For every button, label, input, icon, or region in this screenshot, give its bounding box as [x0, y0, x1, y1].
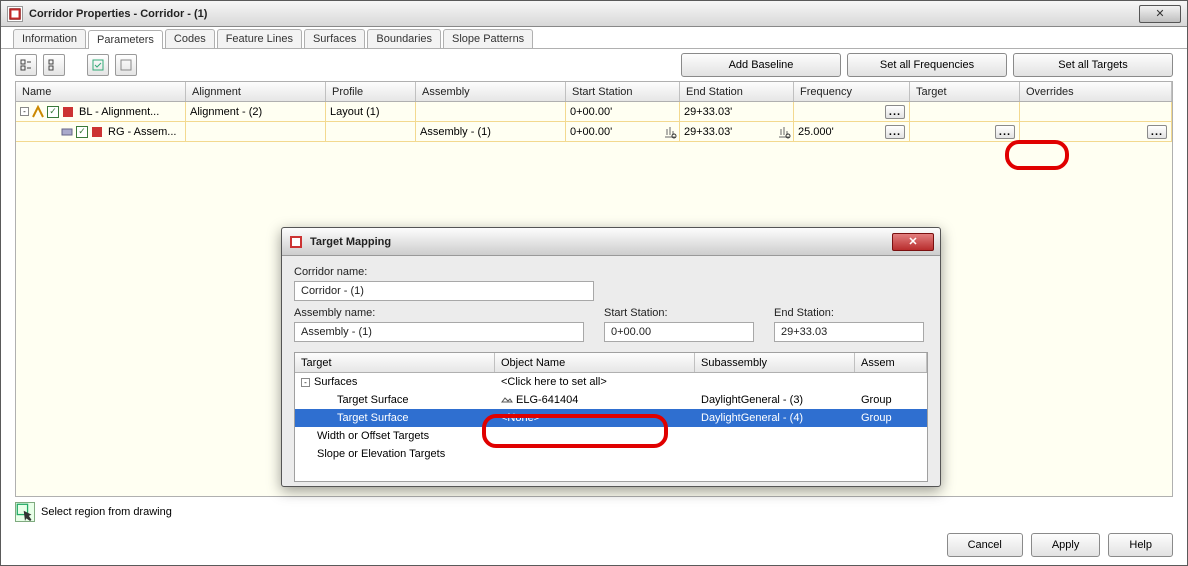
add-baseline-button[interactable]: Add Baseline — [681, 53, 841, 77]
end-station-label: End Station: — [774, 307, 924, 319]
cell-name: BL - Alignment... — [79, 106, 159, 118]
window-title: Corridor Properties - Corridor - (1) — [29, 8, 1135, 20]
cell-name: RG - Assem... — [108, 126, 176, 138]
tab-information[interactable]: Information — [13, 29, 86, 48]
assembly-name-field: Assembly - (1) — [294, 322, 584, 342]
surface-icon — [501, 394, 513, 406]
cell-frequency: 25.000' — [798, 126, 885, 138]
col-frequency[interactable]: Frequency — [794, 82, 910, 101]
tree-collapse-icon[interactable]: - — [20, 107, 29, 116]
cancel-button[interactable]: Cancel — [947, 533, 1023, 557]
tm-col-subassembly[interactable]: Subassembly — [695, 353, 855, 372]
help-button[interactable]: Help — [1108, 533, 1173, 557]
region-icon — [60, 125, 74, 139]
corridor-name-field: Corridor - (1) — [294, 281, 594, 301]
cell-alignment: Alignment - (2) — [190, 106, 262, 118]
tab-codes[interactable]: Codes — [165, 29, 215, 48]
uncheck-all-button[interactable] — [115, 54, 137, 76]
cell-start-station: 0+00.00' — [570, 126, 612, 138]
tm-row[interactable]: Target Surface ELG-641404 DaylightGenera… — [295, 391, 927, 409]
check-all-button[interactable] — [87, 54, 109, 76]
frequency-ellipsis-button[interactable]: ... — [885, 105, 905, 119]
cell-end-station: 29+33.03' — [684, 106, 732, 118]
station-picker-icon[interactable] — [663, 125, 677, 139]
app-small-icon — [61, 105, 75, 119]
collapse-all-button[interactable] — [43, 54, 65, 76]
station-picker-icon[interactable] — [777, 125, 791, 139]
col-alignment[interactable]: Alignment — [186, 82, 326, 101]
col-name[interactable]: Name — [16, 82, 186, 101]
tab-boundaries[interactable]: Boundaries — [367, 29, 441, 48]
tree-collapse-icon[interactable]: - — [301, 378, 310, 387]
target-mapping-dialog: Target Mapping ✕ Corridor name: Corridor… — [281, 227, 941, 487]
col-start-station[interactable]: Start Station — [566, 82, 680, 101]
select-region-icon[interactable] — [15, 502, 35, 522]
baseline-checkbox[interactable] — [47, 106, 59, 118]
dialog-icon — [288, 234, 304, 250]
region-checkbox[interactable] — [76, 126, 88, 138]
baseline-icon — [31, 105, 45, 119]
tm-slope-targets-node[interactable]: Slope or Elevation Targets — [295, 445, 927, 463]
click-to-set-all[interactable]: <Click here to set all> — [501, 376, 607, 388]
dialog-close-button[interactable]: ✕ — [892, 233, 934, 251]
grid-row-baseline[interactable]: - BL - Alignment... Alignment - (2) Layo… — [16, 102, 1172, 122]
select-region-label: Select region from drawing — [41, 506, 172, 518]
dialog-buttons: Cancel Apply Help — [947, 533, 1173, 557]
col-overrides[interactable]: Overrides — [1020, 82, 1172, 101]
tm-width-targets-node[interactable]: Width or Offset Targets — [295, 427, 927, 445]
corridor-name-label: Corridor name: — [294, 266, 928, 278]
tab-slope-patterns[interactable]: Slope Patterns — [443, 29, 533, 48]
col-assembly[interactable]: Assembly — [416, 82, 566, 101]
expand-all-button[interactable] — [15, 54, 37, 76]
start-station-label: Start Station: — [604, 307, 754, 319]
tm-surfaces-node[interactable]: -Surfaces <Click here to set all> — [295, 373, 927, 391]
tab-parameters[interactable]: Parameters — [88, 30, 163, 49]
cell-end-station: 29+33.03' — [684, 126, 732, 138]
tm-header: Target Object Name Subassembly Assem — [295, 353, 927, 373]
assembly-name-label: Assembly name: — [294, 307, 584, 319]
tm-col-target[interactable]: Target — [295, 353, 495, 372]
app-small-icon — [90, 125, 104, 139]
cell-start-station: 0+00.00' — [570, 106, 612, 118]
col-end-station[interactable]: End Station — [680, 82, 794, 101]
dialog-title: Target Mapping — [310, 236, 892, 248]
apply-button[interactable]: Apply — [1031, 533, 1101, 557]
grid-header: Name Alignment Profile Assembly Start St… — [16, 82, 1172, 102]
tm-col-assembly[interactable]: Assem — [855, 353, 927, 372]
end-station-field: 29+33.03 — [774, 322, 924, 342]
set-all-targets-button[interactable]: Set all Targets — [1013, 53, 1173, 77]
tab-surfaces[interactable]: Surfaces — [304, 29, 365, 48]
tab-bar: Information Parameters Codes Feature Lin… — [1, 27, 1187, 49]
tm-row-selected[interactable]: Target Surface <None> DaylightGeneral - … — [295, 409, 927, 427]
toolbar: Add Baseline Set all Frequencies Set all… — [1, 49, 1187, 81]
titlebar: Corridor Properties - Corridor - (1) ✕ — [1, 1, 1187, 27]
dialog-titlebar: Target Mapping ✕ — [282, 228, 940, 256]
override-ellipsis-button[interactable]: ... — [1147, 125, 1167, 139]
cell-assembly: Assembly - (1) — [420, 126, 491, 138]
app-icon — [7, 6, 23, 22]
frequency-ellipsis-button[interactable]: ... — [885, 125, 905, 139]
tm-col-object[interactable]: Object Name — [495, 353, 695, 372]
bottom-bar: Select region from drawing — [1, 497, 1187, 527]
col-target[interactable]: Target — [910, 82, 1020, 101]
tab-feature-lines[interactable]: Feature Lines — [217, 29, 302, 48]
col-profile[interactable]: Profile — [326, 82, 416, 101]
grid-row-region[interactable]: RG - Assem... Assembly - (1) 0+00.00' 29… — [16, 122, 1172, 142]
target-mapping-grid: Target Object Name Subassembly Assem -Su… — [294, 352, 928, 482]
target-ellipsis-button[interactable]: ... — [995, 125, 1015, 139]
cell-profile: Layout (1) — [330, 106, 380, 118]
close-button[interactable]: ✕ — [1139, 5, 1181, 23]
start-station-field: 0+00.00 — [604, 322, 754, 342]
set-all-frequencies-button[interactable]: Set all Frequencies — [847, 53, 1007, 77]
